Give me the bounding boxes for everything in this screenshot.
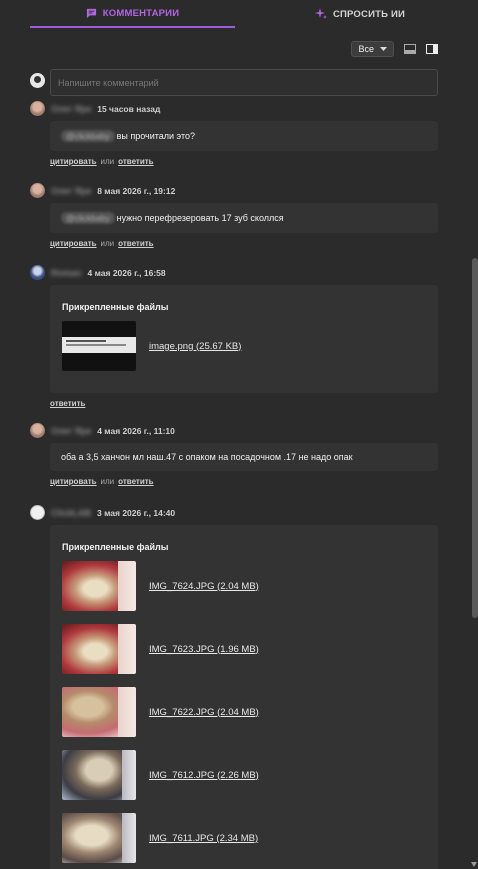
- or-separator: или: [100, 239, 115, 248]
- or-separator: или: [100, 157, 115, 166]
- comment-time: 4 мая 2026 г., 16:58: [87, 267, 166, 278]
- comment-time: 15 часов назад: [97, 103, 161, 114]
- attachment-link[interactable]: IMG_7624.JPG (2.04 MB): [149, 581, 259, 592]
- comment-author: Олег Ярк: [51, 425, 92, 436]
- attachment-link[interactable]: IMG_7612.JPG (2.26 MB): [149, 770, 259, 781]
- attachment-link[interactable]: IMG_7623.JPG (1.96 MB): [149, 644, 259, 655]
- attachment-thumbnail[interactable]: [62, 687, 136, 737]
- reply-link[interactable]: ответить: [118, 157, 153, 166]
- attachment-row: IMG_7624.JPG (2.04 MB): [62, 561, 426, 611]
- comment-author: ClickLAB: [51, 507, 92, 518]
- side-panel-view-icon[interactable]: [426, 44, 438, 54]
- comment-actions: цитировать или ответить: [50, 239, 440, 248]
- scrollbar-thumb[interactable]: [472, 258, 478, 618]
- comment-item: Олег Ярк 4 мая 2026 г., 11:10 оба а 3,5 …: [30, 423, 440, 486]
- comment-text: оба а 3,5 ханчон мл наш.47 с опаком на п…: [61, 452, 353, 462]
- avatar: [30, 183, 45, 198]
- attachment-thumbnail[interactable]: [62, 321, 136, 371]
- tab-bar: КОММЕНТАРИИ СПРОСИТЬ ИИ: [0, 0, 470, 30]
- tab-ask-ai[interactable]: СПРОСИТЬ ИИ: [290, 0, 430, 28]
- comment-author: Roman: [51, 267, 82, 278]
- avatar: [30, 265, 45, 280]
- comment-text: вы прочитали это?: [116, 131, 195, 141]
- attachment-thumbnail[interactable]: [62, 750, 136, 800]
- scroll-down-arrow-icon[interactable]: [471, 862, 477, 867]
- comment-actions: цитировать или ответить: [50, 157, 440, 166]
- comment-actions: цитировать или ответить: [50, 477, 440, 486]
- current-user-avatar: [30, 73, 45, 88]
- attachment-thumbnail[interactable]: [62, 624, 136, 674]
- attachments-title: Прикрепленные файлы: [62, 302, 169, 312]
- attachment-thumbnail[interactable]: [62, 813, 136, 863]
- comment-header: ClickLAB 3 мая 2026 г., 14:40: [30, 505, 440, 520]
- tab-comments[interactable]: КОММЕНТАРИИ: [30, 0, 235, 28]
- avatar: [30, 423, 45, 438]
- attachment-row: IMG_7622.JPG (2.04 MB): [62, 687, 426, 737]
- comment-body: @clickbaby нужно перефрезеровать 17 зуб …: [50, 203, 438, 233]
- comment-input[interactable]: [50, 69, 438, 96]
- attachment-link[interactable]: IMG_7622.JPG (2.04 MB): [149, 707, 259, 718]
- scrollbar[interactable]: [470, 0, 478, 869]
- comment-item: ClickLAB 3 мая 2026 г., 14:40 Прикреплен…: [30, 505, 440, 869]
- comment-author: Олег Ярк: [51, 185, 92, 196]
- comment-time: 4 мая 2026 г., 11:10: [97, 425, 175, 436]
- view-toolbar: Все: [351, 41, 438, 57]
- bottom-panel-view-icon[interactable]: [404, 44, 416, 54]
- reply-link[interactable]: ответить: [118, 477, 153, 486]
- comment-item: Олег Ярк 8 мая 2026 г., 19:12 @clickbaby…: [30, 183, 440, 248]
- comment-header: Roman 4 мая 2026 г., 16:58: [30, 265, 440, 280]
- comment-author: Олег Ярк: [51, 103, 92, 114]
- comment-composer: [30, 69, 440, 97]
- filter-value: Все: [358, 44, 374, 54]
- comment-header: Олег Ярк 4 мая 2026 г., 11:10: [30, 423, 440, 438]
- tab-comments-label: КОММЕНТАРИИ: [102, 7, 180, 19]
- quote-link[interactable]: цитировать: [50, 239, 97, 248]
- comment-actions: ответить: [50, 399, 440, 408]
- user-mention[interactable]: @clickbaby: [61, 212, 115, 224]
- caret-down-icon: [380, 47, 387, 51]
- attachment-thumbnail[interactable]: [62, 561, 136, 611]
- attachment-link[interactable]: image.png (25.67 KB): [149, 341, 241, 352]
- filter-select[interactable]: Все: [351, 41, 394, 57]
- attachment-row: image.png (25.67 KB): [62, 321, 426, 371]
- avatar: [30, 505, 45, 520]
- comment-body: оба а 3,5 ханчон мл наш.47 с опаком на п…: [50, 443, 438, 471]
- reply-link[interactable]: ответить: [50, 399, 85, 408]
- reply-link[interactable]: ответить: [118, 239, 153, 248]
- attachments-box: Прикрепленные файлы IMG_7624.JPG (2.04 M…: [50, 525, 438, 869]
- comment-time: 3 мая 2026 г., 14:40: [97, 507, 176, 518]
- comment-item: Олег Ярк 15 часов назад @clickbaby вы пр…: [30, 101, 440, 166]
- attachment-row: IMG_7623.JPG (1.96 MB): [62, 624, 426, 674]
- comment-text: нужно перефрезеровать 17 зуб сколлся: [116, 213, 284, 223]
- comment-header: Олег Ярк 8 мая 2026 г., 19:12: [30, 183, 440, 198]
- comment-item: Roman 4 мая 2026 г., 16:58 Прикрепленные…: [30, 265, 440, 408]
- avatar: [30, 101, 45, 116]
- attachment-row: IMG_7611.JPG (2.34 MB): [62, 813, 426, 863]
- user-mention[interactable]: @clickbaby: [61, 130, 115, 142]
- attachment-link[interactable]: IMG_7611.JPG (2.34 MB): [149, 833, 258, 844]
- comment-icon: [86, 8, 96, 18]
- or-separator: или: [100, 477, 115, 486]
- comment-header: Олег Ярк 15 часов назад: [30, 101, 440, 116]
- attachment-row: IMG_7612.JPG (2.26 MB): [62, 750, 426, 800]
- attachments-title: Прикрепленные файлы: [62, 542, 169, 552]
- comment-body: @clickbaby вы прочитали это?: [50, 121, 438, 151]
- attachments-box: Прикрепленные файлы image.png (25.67 KB): [50, 285, 438, 393]
- quote-link[interactable]: цитировать: [50, 157, 97, 166]
- sparkle-icon: [314, 8, 327, 19]
- tab-ask-ai-label: СПРОСИТЬ ИИ: [332, 8, 406, 20]
- comment-time: 8 мая 2026 г., 19:12: [97, 185, 176, 196]
- quote-link[interactable]: цитировать: [50, 477, 97, 486]
